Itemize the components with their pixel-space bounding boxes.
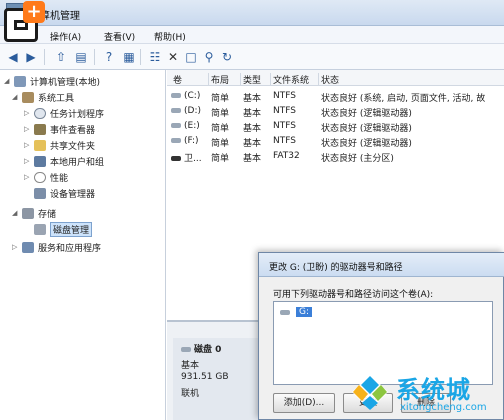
computer-icon	[14, 75, 26, 87]
shared-folder-icon	[34, 139, 46, 151]
brand-badge-icon: +	[4, 1, 45, 42]
watermark-title: 系统城	[396, 376, 471, 404]
table-row[interactable]: 卫... 简单 基本 FAT32 状态良好 (主分区)	[167, 150, 504, 164]
disk-size: 931.51 GB	[181, 372, 229, 382]
list-item[interactable]: G:	[280, 307, 313, 317]
tree-item-services-apps[interactable]: ▷ 服务和应用程序	[12, 240, 101, 254]
tree-item-event-viewer[interactable]: ▷ 事件查看器	[24, 122, 95, 136]
column-volume[interactable]: 卷	[171, 73, 209, 86]
new-icon[interactable]: □	[182, 48, 200, 66]
disk-icon	[181, 347, 191, 352]
disk-info[interactable]: 磁盘 0 基本 931.51 GB 联机	[173, 338, 259, 420]
table-row[interactable]: (F:) 简单 基本 NTFS 状态良好 (逻辑驱动器)	[167, 135, 504, 149]
disk-type: 基本	[181, 361, 200, 371]
tree-item-device-manager[interactable]: 设备管理器	[24, 186, 95, 200]
volume-icon	[171, 138, 181, 143]
disk-status: 联机	[181, 389, 200, 399]
tree-item-performance[interactable]: ▷ 性能	[24, 170, 68, 184]
help-icon[interactable]: ?	[100, 48, 118, 66]
refresh-icon[interactable]: ↻	[218, 48, 236, 66]
back-icon[interactable]: ◀	[4, 48, 22, 66]
search-icon[interactable]: ⚲	[200, 48, 218, 66]
volume-list-header: 卷 布局 类型 文件系统 状态	[167, 70, 504, 86]
performance-icon	[34, 171, 46, 183]
table-row[interactable]: (E:) 简单 基本 NTFS 状态良好 (逻辑驱动器)	[167, 120, 504, 134]
watermark-url: xitongcheng.com	[400, 402, 487, 413]
event-viewer-icon	[34, 123, 46, 135]
tools-icon	[22, 91, 34, 103]
export-icon[interactable]: ☷	[146, 48, 164, 66]
delete-icon[interactable]: ✕	[164, 48, 182, 66]
volume-icon	[171, 93, 181, 98]
menu-bar: 操作(A) 查看(V) 帮助(H)	[0, 26, 504, 44]
column-type[interactable]: 类型	[241, 73, 271, 86]
tree-item-system-tools[interactable]: ◢ 系统工具	[12, 90, 74, 104]
tree-item-computer-management[interactable]: ◢ 计算机管理(本地)	[4, 74, 100, 88]
column-status[interactable]: 状态	[319, 73, 504, 86]
clock-icon	[34, 107, 46, 119]
volume-icon	[171, 108, 181, 113]
show-hide-tree-icon[interactable]: ▤	[72, 48, 90, 66]
tree-item-task-scheduler[interactable]: ▷ 任务计划程序	[24, 106, 104, 120]
column-layout[interactable]: 布局	[209, 73, 241, 86]
tree-item-local-users[interactable]: ▷ 本地用户和组	[24, 154, 104, 168]
volume-icon	[171, 156, 181, 161]
watermark: 系统城 xitongcheng.com	[350, 366, 504, 420]
volume-icon	[171, 123, 181, 128]
disk-management-icon	[34, 223, 46, 235]
drive-icon	[280, 309, 290, 315]
menu-action[interactable]: 操作(A)	[50, 30, 81, 43]
tree-item-shared-folders[interactable]: ▷ 共享文件夹	[24, 138, 95, 152]
add-button[interactable]: 添加(D)...	[273, 393, 335, 413]
storage-icon	[22, 207, 34, 219]
device-manager-icon	[34, 187, 46, 199]
xitongcheng-logo-icon	[352, 374, 388, 410]
toolbar: ◀ ▶ ⇧ ▤ ? ▦ ☷ ✕ □ ⚲ ↻	[0, 44, 504, 70]
services-icon	[22, 241, 34, 253]
dialog-title-bar: 更改 G: (卫盼) 的驱动器号和路径	[259, 253, 504, 277]
up-icon[interactable]: ⇧	[52, 48, 70, 66]
properties-icon[interactable]: ▦	[120, 48, 138, 66]
column-filesystem[interactable]: 文件系统	[271, 73, 319, 86]
table-row[interactable]: (C:) 简单 基本 NTFS 状态良好 (系统, 启动, 页面文件, 活动, …	[167, 90, 504, 104]
forward-icon[interactable]: ▶	[22, 48, 40, 66]
dialog-title: 更改 G: (卫盼) 的驱动器号和路径	[269, 263, 403, 273]
navigation-tree: ◢ 计算机管理(本地) ◢ 系统工具 ▷ 任务计划程序 ▷ 事件查看器 ▷ 共享…	[0, 70, 166, 420]
title-bar: 计算机管理	[0, 0, 504, 26]
tree-item-storage[interactable]: ◢ 存储	[12, 206, 56, 220]
menu-view[interactable]: 查看(V)	[104, 30, 135, 43]
table-row[interactable]: (D:) 简单 基本 NTFS 状态良好 (逻辑驱动器)	[167, 105, 504, 119]
menu-help[interactable]: 帮助(H)	[154, 30, 186, 43]
dialog-label: 可用下列驱动器号和路径访问这个卷(A):	[273, 290, 434, 300]
users-icon	[34, 155, 46, 167]
disk-name: 磁盘 0	[181, 342, 221, 355]
tree-item-disk-management[interactable]: 磁盘管理	[24, 221, 93, 237]
